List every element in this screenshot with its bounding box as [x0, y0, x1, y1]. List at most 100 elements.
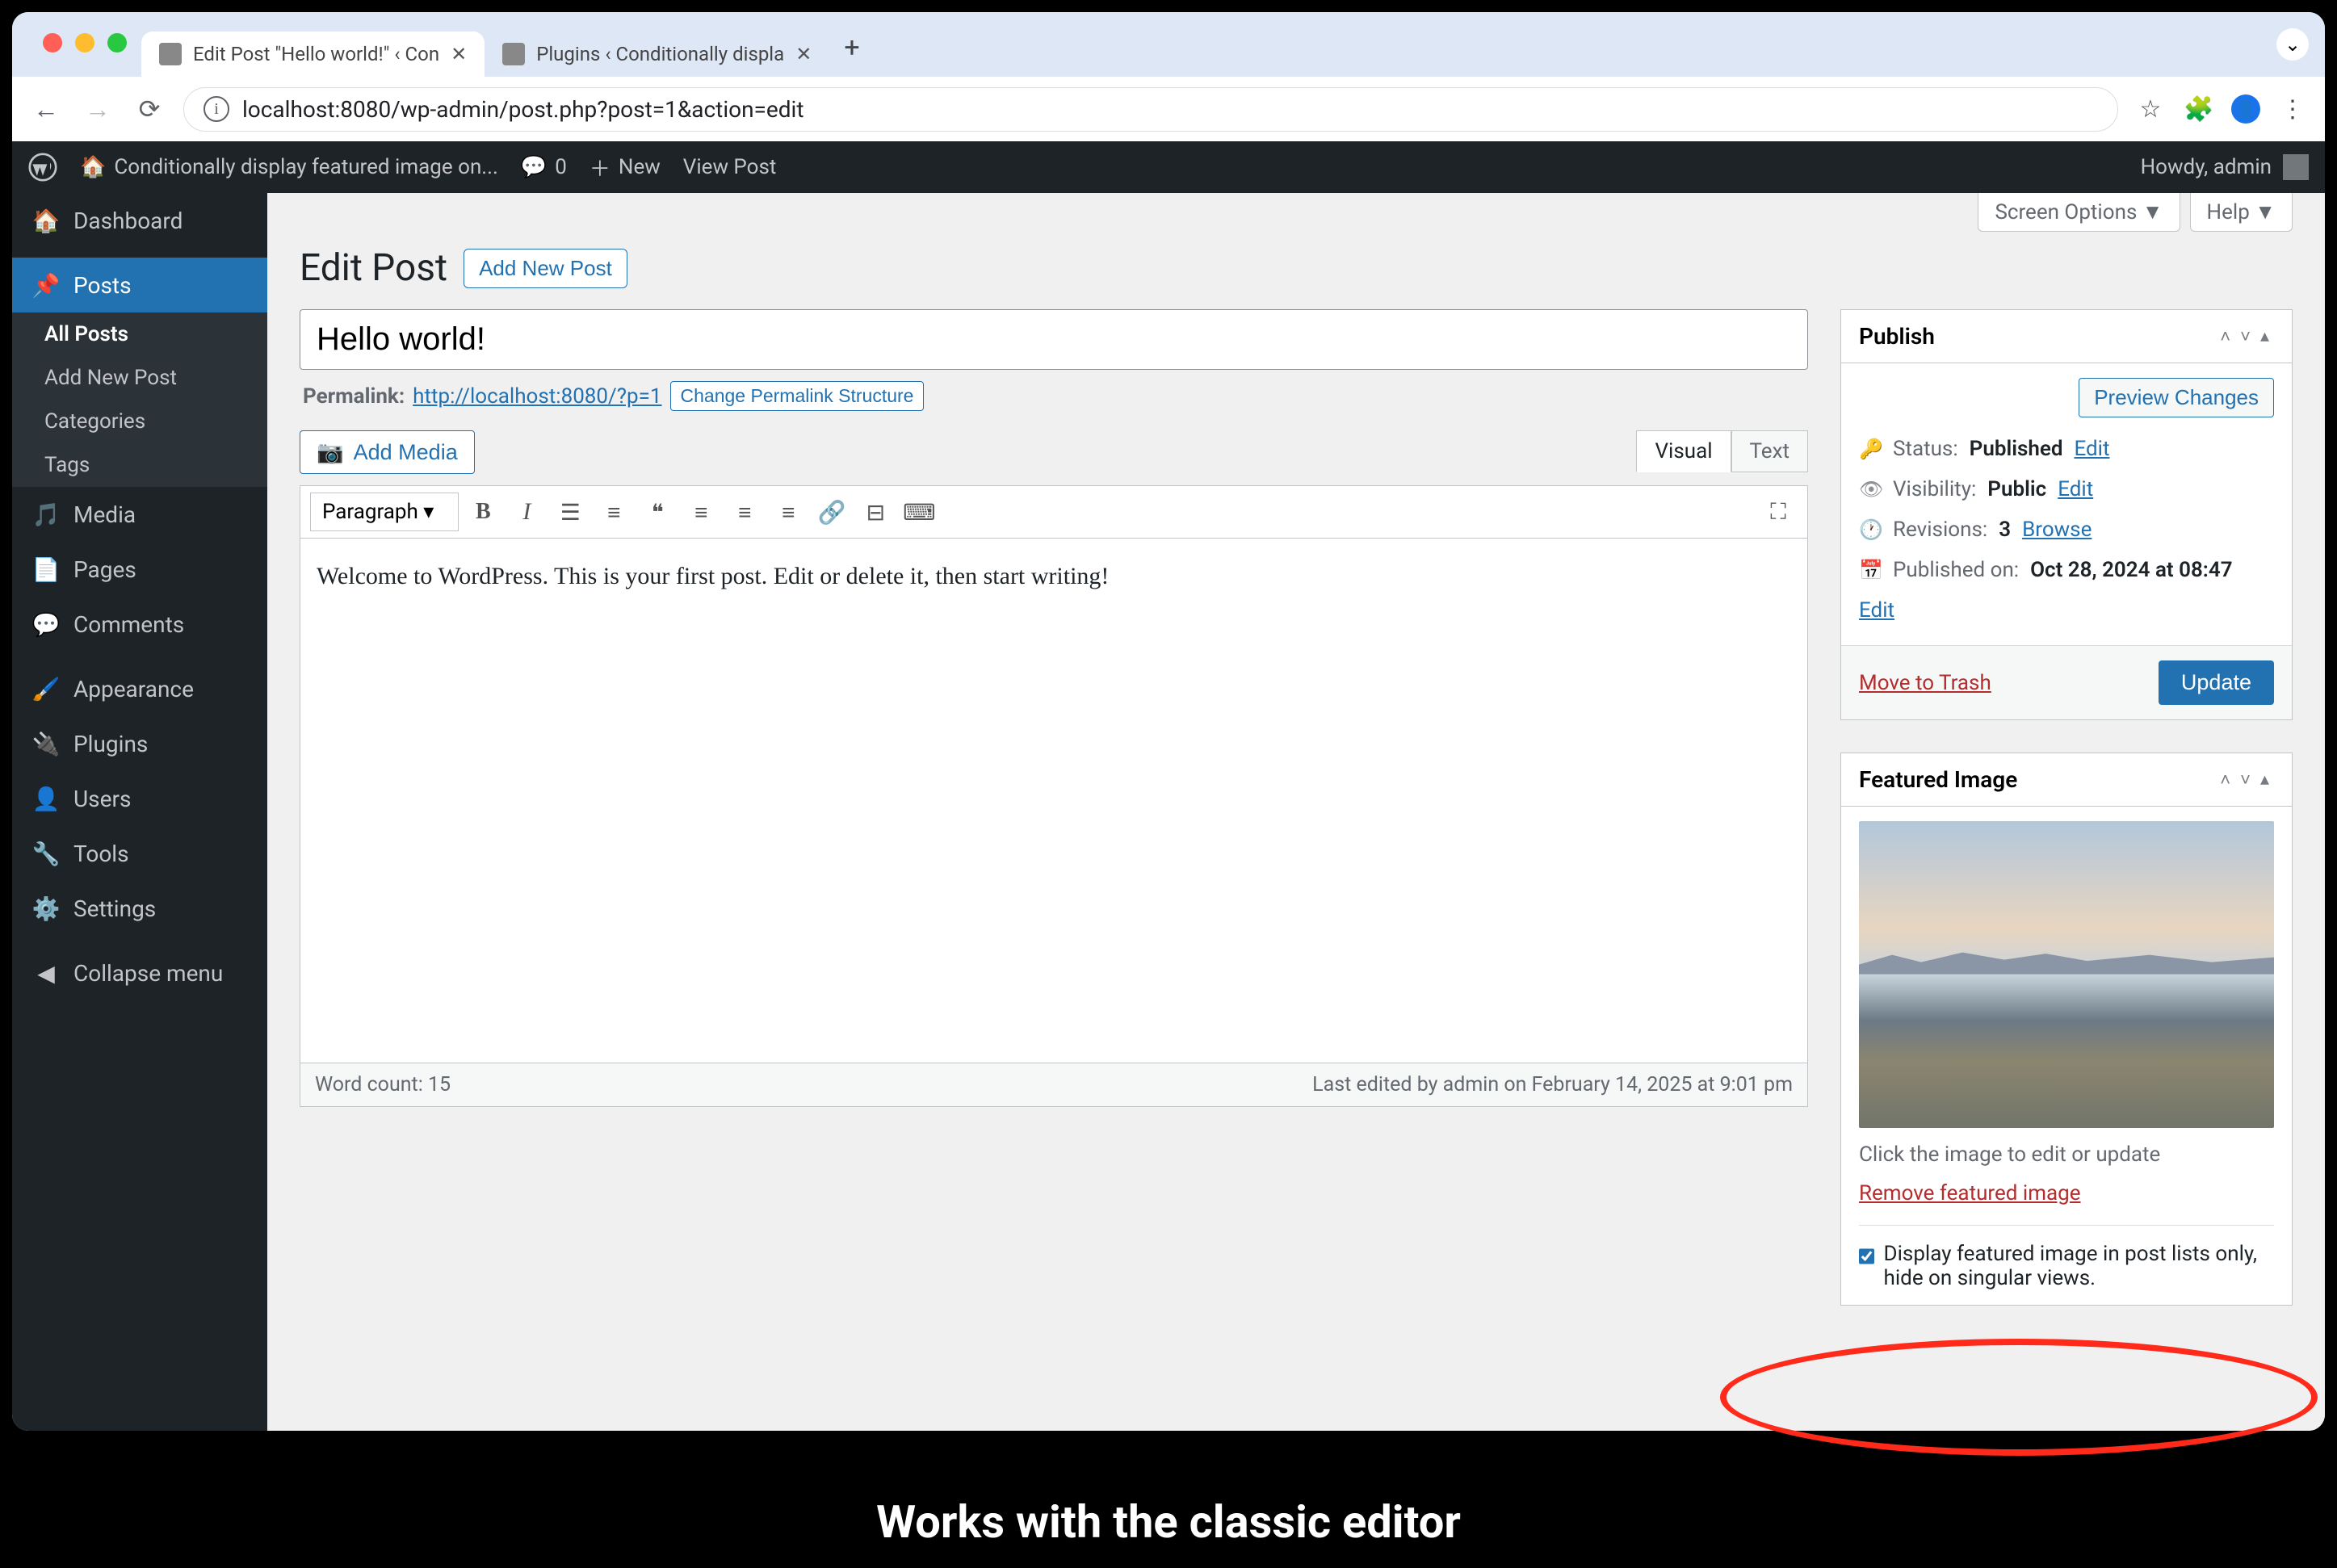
help-button[interactable]: Help ▼ [2190, 193, 2293, 232]
reload-button[interactable]: ⟳ [132, 91, 167, 127]
profile-avatar-icon[interactable]: 👤 [2231, 94, 2260, 124]
site-info-icon[interactable]: i [203, 96, 229, 122]
view-post-link[interactable]: View Post [683, 155, 777, 179]
editor-tab-text[interactable]: Text [1731, 430, 1808, 472]
menu-dashboard[interactable]: 🏠Dashboard [12, 193, 267, 248]
caption-bar: Works with the classic editor [0, 1475, 2337, 1568]
conditional-display-checkbox-row[interactable]: Display featured image in post lists onl… [1859, 1225, 2274, 1290]
user-avatar-icon[interactable] [2283, 154, 2309, 180]
address-bar[interactable]: i localhost:8080/wp-admin/post.php?post=… [183, 87, 2118, 132]
submenu-tags[interactable]: Tags [12, 443, 267, 487]
submenu-categories[interactable]: Categories [12, 400, 267, 443]
box-collapse-icon[interactable]: ▴ [2255, 769, 2274, 790]
editor-tab-visual[interactable]: Visual [1636, 430, 1731, 472]
editor-toolbar: Paragraph ▾ B I ☰ ≡ ❝ ≡ ≡ ≡ 🔗 ⊟ [300, 485, 1808, 539]
howdy-text[interactable]: Howdy, admin [2141, 155, 2272, 179]
menu-appearance[interactable]: 🖌️Appearance [12, 661, 267, 716]
add-media-button[interactable]: 📷 Add Media [300, 430, 475, 474]
screen-options-button[interactable]: Screen Options ▼ [1978, 193, 2180, 232]
edit-date-link[interactable]: Edit [1859, 598, 1894, 623]
menu-plugins[interactable]: 🔌Plugins [12, 716, 267, 771]
browser-menu-icon[interactable]: ⋮ [2276, 93, 2309, 125]
menu-pages[interactable]: 📄Pages [12, 542, 267, 597]
box-up-icon[interactable]: ˄ [2215, 769, 2235, 790]
permalink-url-link[interactable]: http://localhost:8080/?p=1 [413, 384, 661, 409]
submenu-all-posts[interactable]: All Posts [12, 312, 267, 356]
brush-icon: 🖌️ [31, 674, 61, 703]
update-button[interactable]: Update [2159, 660, 2274, 705]
tab-overflow-icon[interactable]: ⌄ [2276, 28, 2309, 61]
menu-tools[interactable]: 🔧Tools [12, 826, 267, 881]
bullet-list-button[interactable]: ☰ [551, 493, 589, 531]
align-right-button[interactable]: ≡ [769, 493, 808, 531]
tab-close-icon[interactable]: ✕ [795, 43, 812, 65]
publish-box-title: Publish [1859, 323, 2215, 350]
menu-posts[interactable]: 📌Posts [12, 258, 267, 312]
edit-status-link[interactable]: Edit [2074, 437, 2109, 461]
plug-icon: 🔌 [31, 729, 61, 758]
new-tab-button[interactable]: + [829, 31, 874, 77]
post-title-input[interactable] [300, 309, 1808, 370]
menu-media[interactable]: 🎵Media [12, 487, 267, 542]
blockquote-button[interactable]: ❝ [638, 493, 677, 531]
fullscreen-button[interactable]: ⛶ [1759, 493, 1798, 531]
add-new-post-button[interactable]: Add New Post [464, 249, 627, 288]
submenu-add-new-post[interactable]: Add New Post [12, 356, 267, 400]
browse-revisions-link[interactable]: Browse [2022, 518, 2092, 542]
toolbar-toggle-button[interactable]: ⌨ [900, 493, 938, 531]
user-icon: 👤 [31, 784, 61, 813]
window-minimize-icon[interactable] [75, 33, 94, 52]
change-permalink-button[interactable]: Change Permalink Structure [670, 381, 925, 411]
featured-image-box: Featured Image ˄ ˅ ▴ Click the image to … [1840, 753, 2293, 1306]
remove-featured-image-link[interactable]: Remove featured image [1859, 1181, 2081, 1205]
post-content-editor[interactable]: Welcome to WordPress. This is your first… [300, 539, 1808, 1063]
extensions-icon[interactable]: 🧩 [2183, 93, 2215, 125]
box-up-icon[interactable]: ˄ [2215, 326, 2235, 347]
menu-users[interactable]: 👤Users [12, 771, 267, 826]
browser-tab-active[interactable]: Edit Post "Hello world!" ‹ Con ✕ [141, 31, 485, 77]
bookmark-star-icon[interactable]: ☆ [2134, 93, 2167, 125]
publish-box: Publish ˄ ˅ ▴ Preview Changes 🔑Status: P… [1840, 309, 2293, 720]
eye-icon: 👁 [1859, 478, 1882, 501]
forward-button[interactable]: → [80, 91, 115, 127]
caption-text: Works with the classic editor [876, 1495, 1461, 1549]
browser-tab[interactable]: Plugins ‹ Conditionally displa ✕ [485, 31, 829, 77]
word-count: Word count: 15 [315, 1073, 451, 1096]
format-dropdown[interactable]: Paragraph ▾ [310, 493, 459, 531]
comment-icon: 💬 [521, 155, 547, 179]
number-list-button[interactable]: ≡ [594, 493, 633, 531]
box-collapse-icon[interactable]: ▴ [2255, 326, 2274, 346]
align-center-button[interactable]: ≡ [725, 493, 764, 531]
collapse-menu[interactable]: ◀Collapse menu [12, 945, 267, 1000]
bold-button[interactable]: B [464, 493, 502, 531]
box-down-icon[interactable]: ˅ [2235, 326, 2255, 347]
tab-title: Plugins ‹ Conditionally displa [536, 43, 784, 65]
window-zoom-icon[interactable] [107, 33, 127, 52]
key-icon: 🔑 [1859, 438, 1882, 460]
align-left-button[interactable]: ≡ [682, 493, 720, 531]
preview-changes-button[interactable]: Preview Changes [2079, 378, 2274, 417]
conditional-display-checkbox[interactable] [1859, 1245, 1874, 1268]
wp-logo-menu[interactable] [28, 153, 57, 182]
italic-button[interactable]: I [507, 493, 546, 531]
checkbox-label: Display featured image in post lists onl… [1884, 1242, 2274, 1290]
menu-comments[interactable]: 💬Comments [12, 597, 267, 652]
featured-image-thumbnail[interactable] [1859, 821, 2274, 1128]
page-title: Edit Post [300, 246, 447, 290]
home-icon: 🏠 [80, 155, 106, 179]
read-more-button[interactable]: ⊟ [856, 493, 895, 531]
insert-link-button[interactable]: 🔗 [812, 493, 851, 531]
box-down-icon[interactable]: ˅ [2235, 769, 2255, 790]
editor-status-bar: Word count: 15 Last edited by admin on F… [300, 1063, 1808, 1107]
move-to-trash-link[interactable]: Move to Trash [1859, 671, 1991, 695]
plus-icon: ＋ [589, 153, 610, 182]
edit-visibility-link[interactable]: Edit [2058, 477, 2093, 501]
tab-close-icon[interactable]: ✕ [451, 43, 467, 65]
new-content-menu[interactable]: ＋ New [589, 153, 661, 182]
site-name-menu[interactable]: 🏠 Conditionally display featured image o… [80, 155, 498, 179]
comments-menu[interactable]: 💬 0 [521, 155, 567, 179]
site-name: Conditionally display featured image on.… [114, 155, 498, 179]
back-button[interactable]: ← [28, 91, 64, 127]
window-close-icon[interactable] [43, 33, 62, 52]
menu-settings[interactable]: ⚙️Settings [12, 881, 267, 936]
